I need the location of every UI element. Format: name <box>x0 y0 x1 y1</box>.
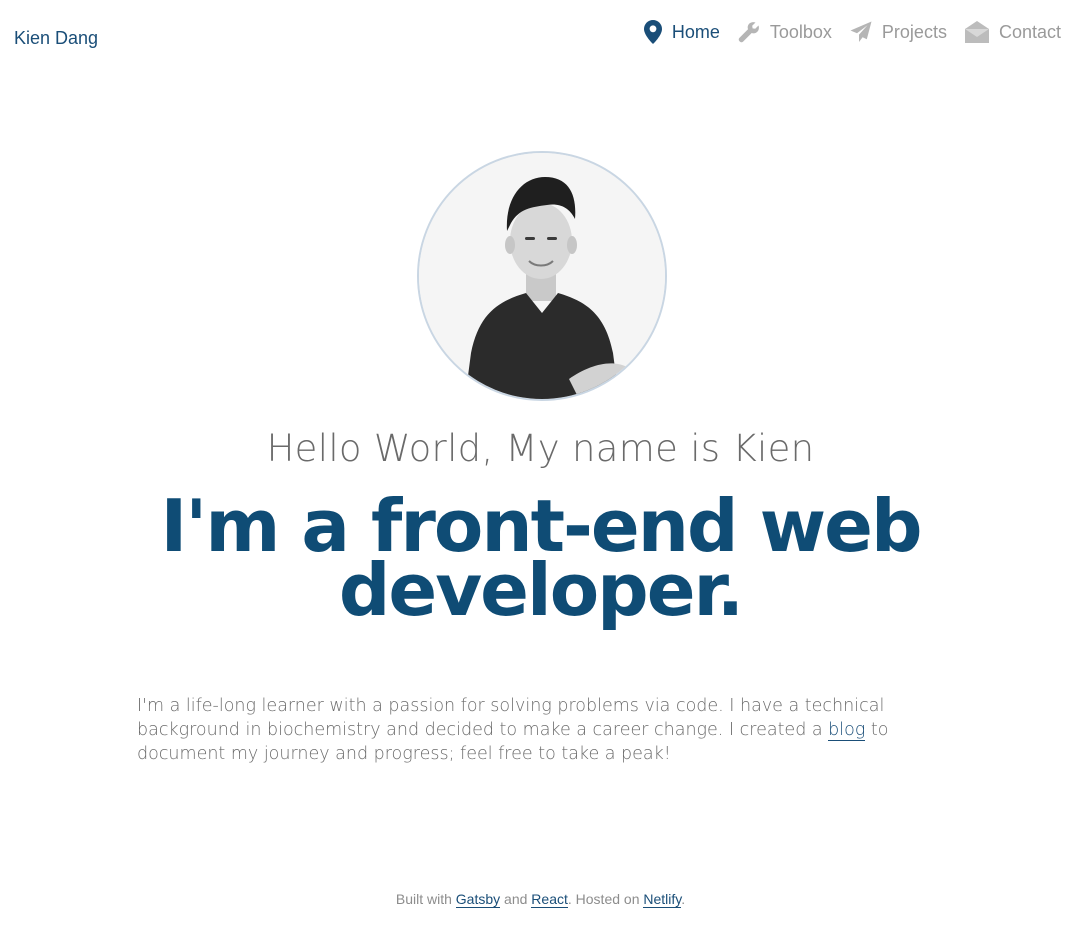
react-link[interactable]: React <box>531 891 568 908</box>
tagline-heading: I'm a front-end web developer. <box>160 484 922 632</box>
nav-label-projects: Projects <box>881 21 947 42</box>
nav-label-contact: Contact <box>998 21 1061 42</box>
brand-link[interactable]: Kien Dang <box>14 28 98 49</box>
footer: Built with Gatsby and React. Hosted on N… <box>0 891 1081 908</box>
nav-item-contact[interactable]: Contact <box>964 21 1061 43</box>
nav-item-home[interactable]: Home <box>643 20 720 44</box>
bio-paragraph: I'm a life-long learner with a passion f… <box>137 694 957 766</box>
envelope-open-icon <box>964 21 989 43</box>
nav-item-projects[interactable]: Projects <box>850 21 947 43</box>
footer-text-3: . Hosted on <box>567 891 644 907</box>
page: Kien Dang Home Toolbox Projects Contact … <box>0 0 1081 929</box>
bio-text-before: I'm a life-long learner with a passion f… <box>137 696 885 740</box>
profile-photo <box>419 153 665 399</box>
nav-label-home: Home <box>671 21 720 42</box>
main-nav: Home Toolbox Projects Contact <box>643 20 1061 44</box>
footer-text-4: . <box>681 891 686 907</box>
nav-item-toolbox[interactable]: Toolbox <box>738 21 832 43</box>
footer-text-2: and <box>500 891 532 907</box>
gatsby-link[interactable]: Gatsby <box>455 891 501 908</box>
wrench-icon <box>738 21 760 43</box>
map-marker-icon <box>643 20 662 44</box>
nav-label-toolbox: Toolbox <box>769 21 832 42</box>
footer-text-1: Built with <box>395 891 456 907</box>
netlify-link[interactable]: Netlify <box>643 891 682 908</box>
blog-link[interactable]: blog <box>828 720 866 741</box>
greeting-heading: Hello World, My name is Kien <box>266 427 815 470</box>
paper-plane-icon <box>850 21 872 43</box>
avatar <box>417 151 667 401</box>
